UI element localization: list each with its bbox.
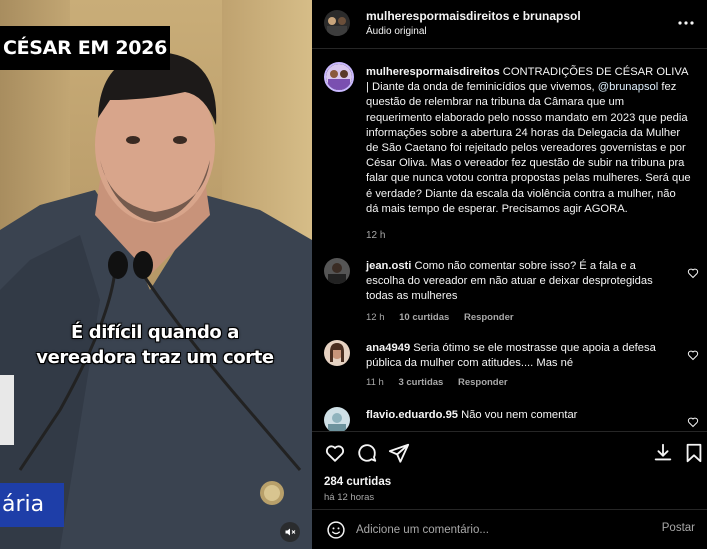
smiley-icon[interactable] (326, 520, 346, 540)
caption-body: fez questão de relembrar na tribuna da C… (366, 81, 691, 215)
download-icon[interactable] (652, 442, 674, 464)
comment-text: jean.osti Como não comentar sobre isso? … (366, 259, 671, 305)
speaker-figure (0, 52, 312, 549)
mute-button[interactable] (280, 522, 300, 542)
video-title-overlay: CÉSAR EM 2026 (0, 26, 170, 70)
heart-icon[interactable] (687, 416, 699, 428)
speaker-muted-icon (285, 528, 296, 536)
likes-count[interactable]: 284 curtidas (324, 476, 391, 488)
video-subtitle: É difícil quando a vereadora traz um cor… (30, 320, 280, 370)
post-date[interactable]: há 12 horas (324, 492, 374, 503)
comment-body: Não vou nem comentar (461, 409, 578, 421)
more-options-button[interactable] (677, 14, 695, 32)
caption-username[interactable]: mulherespormaisdireitos (366, 66, 500, 78)
caption-text: mulherespormaisdireitos CONTRADIÇÕES DE … (366, 65, 691, 217)
comment-time[interactable]: 12 h (366, 312, 385, 323)
comment-input[interactable] (356, 518, 646, 542)
comment-username[interactable]: ana4949 (366, 342, 410, 354)
comment-text: flavio.eduardo.95 Não vou nem comentar (366, 408, 671, 423)
comment-meta: 12 h 10 curtidas Responder (366, 312, 526, 323)
avatar[interactable] (324, 258, 350, 284)
comment-meta: 11 h 3 curtidas Responder (366, 377, 520, 388)
caption-timestamp[interactable]: 12 h (366, 230, 385, 241)
post-panel: mulherespormaisdireitos e brunapsol Áudi… (312, 0, 707, 549)
comment-time[interactable]: 11 h (366, 377, 384, 388)
post-header: mulherespormaisdireitos e brunapsol Áudi… (312, 0, 707, 49)
mention-link[interactable]: @brunapsol (598, 81, 659, 93)
avatar[interactable] (324, 407, 350, 431)
comment-composer: Postar (312, 509, 707, 549)
post-actions: 284 curtidas há 12 horas (312, 431, 707, 509)
post-comment-button[interactable]: Postar (662, 522, 695, 534)
reply-button[interactable]: Responder (458, 377, 508, 388)
subtitle-line: É difícil quando a (70, 322, 240, 343)
comment-likes[interactable]: 3 curtidas (398, 377, 443, 388)
avatar[interactable] (324, 340, 350, 366)
comment-username[interactable]: jean.osti (366, 260, 411, 272)
heart-icon[interactable] (324, 442, 346, 464)
audio-label[interactable]: Áudio original (366, 26, 427, 37)
reel-video[interactable]: CÉSAR EM 2026 É difícil quando a vereado… (0, 0, 312, 549)
heart-icon[interactable] (687, 349, 699, 361)
reply-button[interactable]: Responder (464, 312, 514, 323)
paper-plane-icon[interactable] (388, 442, 410, 464)
heart-icon[interactable] (687, 267, 699, 279)
comment-likes[interactable]: 10 curtidas (399, 312, 449, 323)
more-horizontal-icon (678, 21, 694, 25)
comment-text: ana4949 Seria ótimo se ele mostrasse que… (366, 341, 671, 371)
bookmark-icon[interactable] (683, 442, 705, 464)
comment-username[interactable]: flavio.eduardo.95 (366, 409, 458, 421)
avatar[interactable] (324, 10, 350, 36)
post-authors[interactable]: mulherespormaisdireitos e brunapsol (366, 9, 581, 23)
lower-third-banner: ária (0, 483, 64, 527)
avatar[interactable] (324, 62, 354, 92)
comments-scroll-area[interactable]: mulherespormaisdireitos CONTRADIÇÕES DE … (312, 50, 707, 431)
comment-bubble-icon[interactable] (356, 442, 378, 464)
comment-body: Seria ótimo se ele mostrasse que apoia a… (366, 342, 656, 370)
subtitle-line: vereadora traz um corte (36, 347, 274, 368)
